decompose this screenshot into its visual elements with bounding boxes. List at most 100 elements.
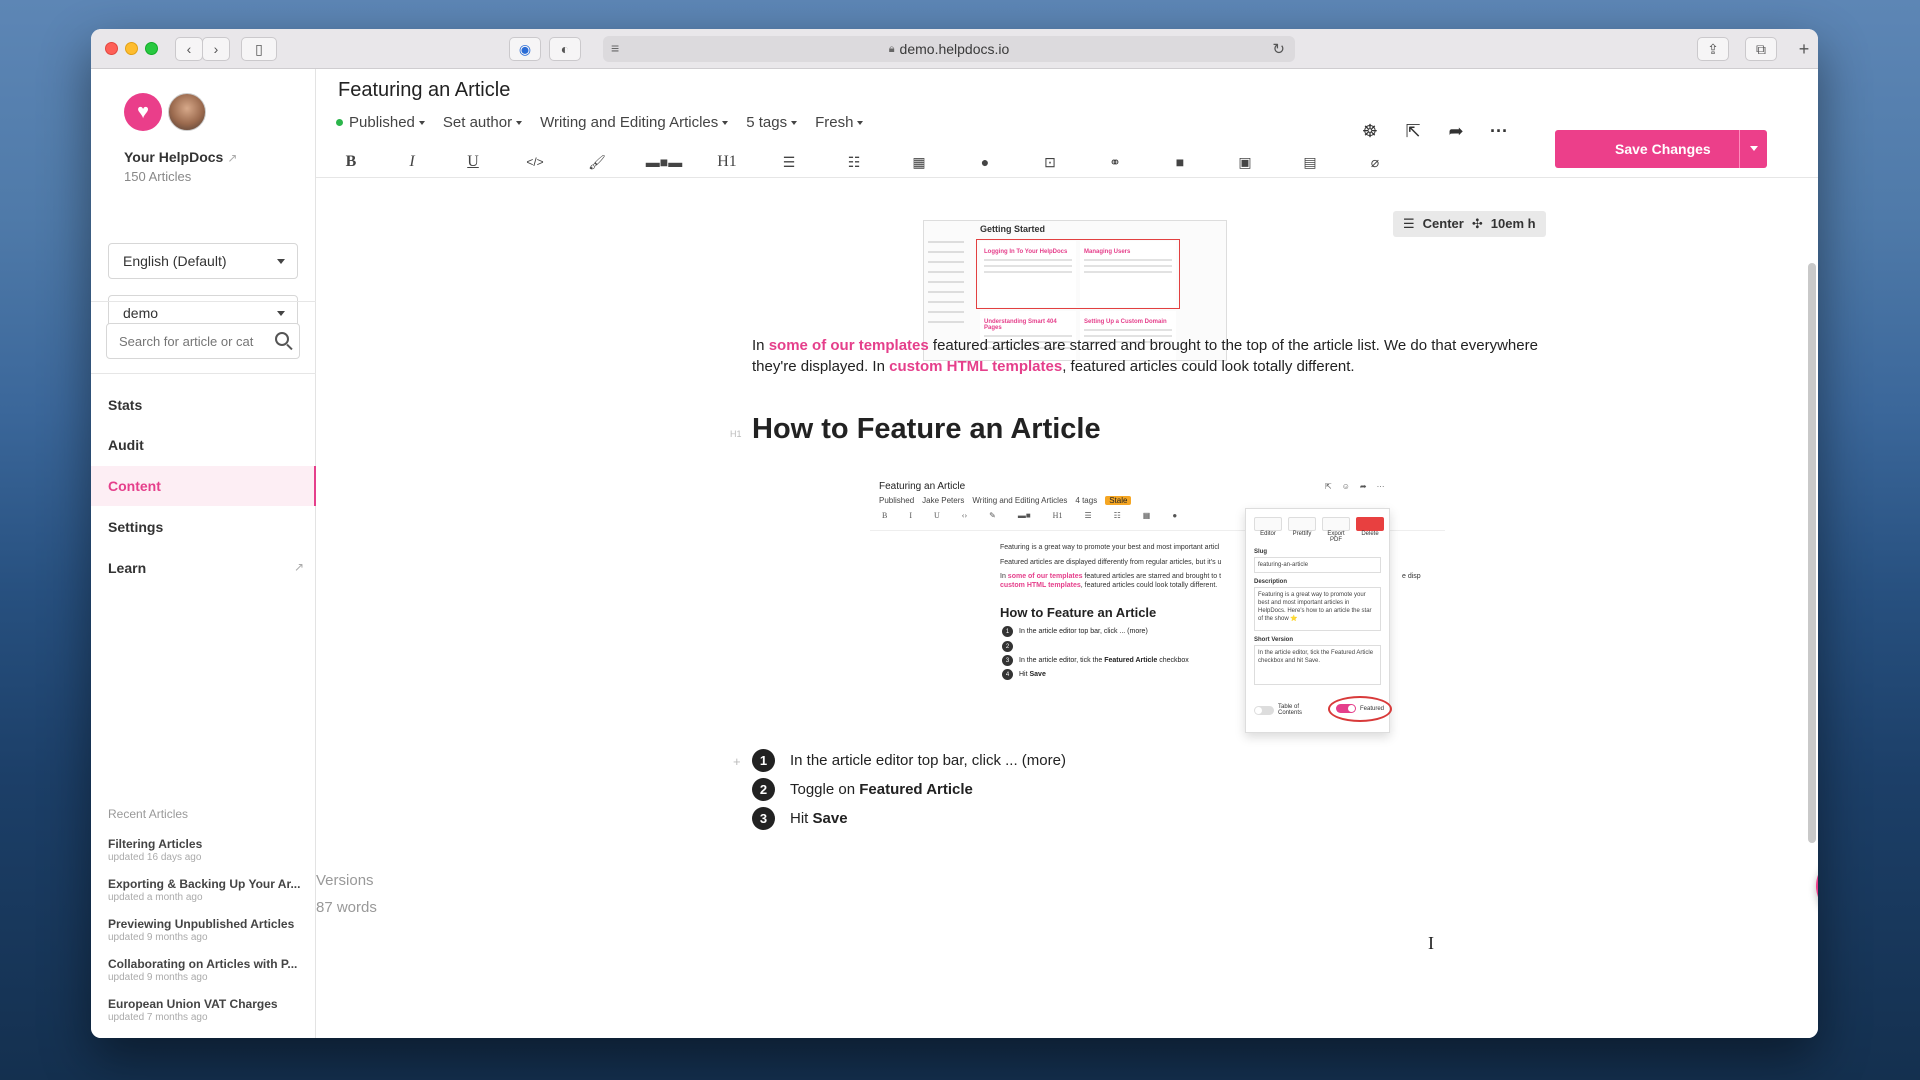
recent-article[interactable]: Collaborating on Articles with P... upda…	[108, 957, 308, 983]
recent-article-title: Filtering Articles	[108, 837, 203, 851]
bug-icon[interactable]: ☸︎	[1359, 121, 1381, 142]
new-tab-icon[interactable]: +	[1791, 37, 1817, 61]
brush-icon[interactable]: 🖌︎	[584, 151, 610, 173]
nav-stats[interactable]: Stats	[91, 385, 316, 425]
status-dropdown[interactable]: Published	[336, 114, 425, 131]
scrollbar[interactable]	[1808, 263, 1816, 843]
chevron-down-icon	[857, 120, 864, 125]
recent-article-title: Previewing Unpublished Articles	[108, 917, 295, 931]
helpdocs-logo[interactable]: ♥	[124, 93, 162, 131]
image-size-button[interactable]: 10em h	[1491, 216, 1536, 232]
recent-article-title: Collaborating on Articles with P...	[108, 957, 298, 971]
zoom-window-button[interactable]	[145, 42, 158, 55]
reader-view-icon[interactable]: ≡	[611, 40, 619, 56]
external-link-icon[interactable]: ⇱	[1402, 121, 1424, 142]
back-icon[interactable]: ‹	[175, 37, 203, 61]
file-icon[interactable]: ▤	[1297, 151, 1323, 173]
description-label: Description	[1254, 579, 1288, 585]
search-input[interactable]	[119, 334, 267, 349]
privacy-shield-icon[interactable]: ◐	[549, 37, 581, 61]
numbered-list-icon[interactable]: ☰	[776, 151, 802, 173]
share-icon[interactable]: ⇪	[1697, 37, 1729, 61]
save-options-chevron-icon[interactable]	[1739, 130, 1767, 168]
editor-body[interactable]: ☰ Center ✣ 10em h Getting Started Loggin…	[316, 179, 1818, 1038]
article-settings-panel: Editor Prettify Export PDF Delete Slug f…	[1245, 508, 1392, 733]
forward-icon[interactable]: ›	[202, 37, 230, 61]
heading-button[interactable]: H1	[714, 151, 740, 173]
stop-icon[interactable]: ■	[1167, 151, 1193, 173]
attachment-icon[interactable]: ⌀	[1362, 151, 1388, 173]
underline-button[interactable]: U	[460, 151, 486, 173]
close-window-button[interactable]	[105, 42, 118, 55]
nav-content[interactable]: Content	[91, 466, 316, 506]
code-button[interactable]: </>	[522, 151, 548, 173]
save-changes-button[interactable]: Save Changes	[1555, 130, 1767, 168]
comment-icon[interactable]: ●	[972, 151, 998, 173]
recent-article-updated: updated 16 days ago	[108, 852, 202, 863]
recent-article[interactable]: Filtering Articles updated 16 days ago	[108, 837, 308, 863]
site-name[interactable]: Your HelpDocs ↗	[124, 149, 237, 165]
minimize-window-button[interactable]	[125, 42, 138, 55]
custom-html-templates-link[interactable]: custom HTML templates	[889, 358, 1062, 375]
article-search[interactable]	[106, 323, 300, 359]
recent-article[interactable]: Exporting & Backing Up Your Ar... update…	[108, 877, 308, 903]
bold-button[interactable]: B	[338, 151, 364, 173]
screenshot-sidebar	[928, 241, 972, 331]
image-align-button[interactable]: Center	[1423, 216, 1464, 232]
article-paragraph[interactable]: In some of our templates featured articl…	[752, 335, 1558, 377]
featuring-article-screenshot[interactable]: Featuring an Article Published Jake Pete…	[870, 474, 1445, 764]
align-icon[interactable]: ▬■▬	[644, 151, 684, 173]
versions-link[interactable]: Versions	[316, 872, 374, 889]
author-dropdown[interactable]: Set author	[443, 114, 523, 131]
article-heading[interactable]: How to Feature an Article	[752, 413, 1101, 446]
language-select[interactable]: English (Default)	[108, 243, 298, 279]
tabs-overview-icon[interactable]: ⧉	[1745, 37, 1777, 61]
external-link-icon[interactable]: ↗	[227, 151, 237, 165]
article-title-input[interactable]: Featuring an Article	[338, 79, 510, 102]
add-block-icon[interactable]: +	[733, 754, 741, 769]
embed-icon[interactable]: ⊡	[1037, 151, 1063, 173]
align-center-icon[interactable]: ☰	[1403, 216, 1415, 232]
nav-learn[interactable]: Learn ↗	[91, 548, 316, 588]
nav-audit[interactable]: Audit	[91, 425, 316, 465]
table-icon[interactable]: ▦	[906, 151, 932, 173]
share-arrow-icon[interactable]: ➦	[1445, 121, 1467, 142]
screenshot-line: Featuring is a great way to promote your…	[1000, 544, 1220, 551]
article-count: 150 Articles	[124, 169, 192, 184]
password-manager-icon[interactable]: ◉	[509, 37, 541, 61]
link-icon[interactable]: ⚭	[1102, 151, 1128, 173]
step-number: 2	[752, 778, 775, 801]
reload-icon[interactable]: ↻	[1272, 40, 1285, 58]
panel-tab-prettify: Prettify	[1288, 517, 1316, 543]
step-item[interactable]: 1 In the article editor top bar, click .…	[752, 749, 1066, 772]
avatar[interactable]	[168, 93, 206, 131]
panel-tab-export-pdf: Export PDF	[1322, 517, 1350, 543]
image-icon[interactable]: ▣	[1232, 151, 1258, 173]
italic-button[interactable]: I	[399, 151, 425, 173]
recent-article-updated: updated a month ago	[108, 892, 203, 903]
bullet-list-icon[interactable]: ☷	[841, 151, 867, 173]
category-dropdown[interactable]: Writing and Editing Articles	[540, 114, 729, 131]
external-link-icon: ↗	[293, 560, 304, 574]
address-bar[interactable]: ≡ 🔒︎ demo.helpdocs.io ↻	[603, 36, 1295, 62]
step-item[interactable]: 3 Hit Save	[752, 807, 848, 830]
screenshot-heading: How to Feature an Article	[1000, 605, 1157, 620]
highlight-box	[976, 239, 1180, 309]
tags-dropdown[interactable]: 5 tags	[746, 114, 798, 131]
recent-article[interactable]: Previewing Unpublished Articles updated …	[108, 917, 308, 943]
chevron-down-icon	[277, 311, 285, 316]
highlight-ring	[1328, 696, 1392, 722]
screenshot-step: 2	[1002, 641, 1019, 652]
templates-link[interactable]: some of our templates	[769, 337, 929, 354]
search-icon[interactable]	[275, 332, 289, 346]
freshness-dropdown[interactable]: Fresh	[815, 114, 864, 131]
text-cursor-icon: I	[1428, 933, 1434, 953]
sidebar-toggle-icon[interactable]: ▯	[241, 37, 277, 61]
nav-settings[interactable]: Settings	[91, 507, 316, 547]
recent-article[interactable]: European Union VAT Charges updated 7 mon…	[108, 997, 308, 1023]
move-icon[interactable]: ✣	[1472, 216, 1483, 232]
more-icon[interactable]: ···	[1488, 121, 1510, 142]
word-count: 87 words	[316, 899, 377, 916]
editor-header: Featuring an Article Published Set autho…	[316, 69, 1818, 178]
step-item[interactable]: 2 Toggle on Featured Article	[752, 778, 973, 801]
